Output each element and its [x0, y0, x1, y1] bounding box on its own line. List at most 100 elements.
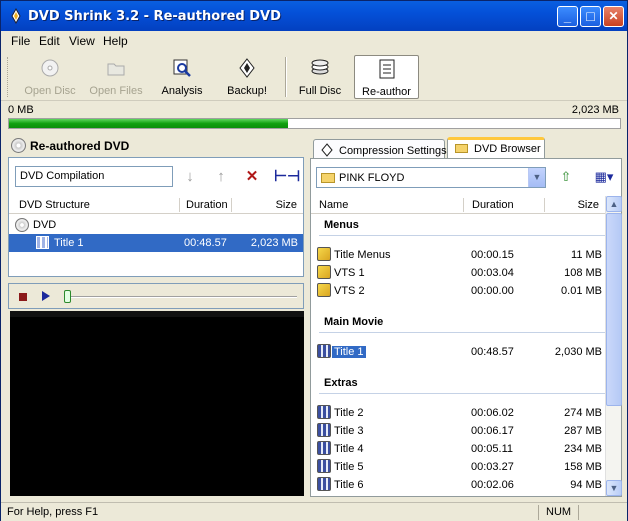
analysis-label: Analysis: [161, 85, 203, 97]
stop-icon[interactable]: [19, 293, 27, 301]
status-help-text: For Help, press F1: [7, 506, 99, 518]
col-size[interactable]: Size: [578, 199, 599, 211]
source-path-value: PINK FLOYD: [339, 172, 405, 184]
browser-grid-header: Name Duration Size: [311, 196, 605, 214]
list-item[interactable]: VTS 1 00:03.04 108 MB: [315, 264, 605, 282]
browser-scrollbar[interactable]: ▲ ▼: [605, 196, 622, 496]
status-num-lock: NUM: [546, 506, 572, 518]
list-item[interactable]: Title 4 00:05.11 234 MB: [315, 440, 605, 458]
menu-view[interactable]: View: [69, 34, 95, 48]
backup-icon: [239, 58, 255, 78]
menu-icon: [317, 265, 331, 279]
backup-button[interactable]: Backup!: [219, 55, 275, 99]
item-size: 2,030 MB: [554, 346, 602, 358]
move-up-icon[interactable]: ↑: [212, 168, 230, 186]
play-icon[interactable]: [42, 291, 50, 301]
scroll-up-icon[interactable]: ▲: [606, 196, 622, 212]
toolbar: Open Disc Open Files Analysis Backup! Fu…: [1, 51, 627, 101]
item-name: Title 6: [334, 479, 364, 491]
item-size: 274 MB: [564, 407, 602, 419]
film-icon: [317, 423, 331, 437]
list-item[interactable]: Title 1 00:48.57 2,030 MB: [315, 343, 605, 361]
wrench-icon: [321, 143, 333, 157]
col-dvd-structure[interactable]: DVD Structure: [19, 199, 90, 211]
remove-icon[interactable]: ✕: [243, 168, 261, 186]
tab-compression-label: Compression Settings: [339, 145, 447, 157]
item-duration: 00:02.06: [471, 479, 514, 491]
edit-title-icon[interactable]: ⊢⊣: [274, 168, 300, 186]
open-disc-button[interactable]: Open Disc: [19, 55, 81, 99]
open-folder-icon: [107, 63, 125, 76]
item-size: 287 MB: [564, 425, 602, 437]
seek-track[interactable]: [69, 296, 297, 298]
list-item[interactable]: VTS 2 00:00.00 0.01 MB: [315, 282, 605, 300]
col-name[interactable]: Name: [319, 199, 348, 211]
menu-file[interactable]: File: [11, 34, 30, 48]
item-size: 234 MB: [564, 443, 602, 455]
film-icon: [317, 441, 331, 455]
list-item[interactable]: Title 6 00:02.06 94 MB: [315, 476, 605, 494]
item-duration: 00:05.11: [471, 443, 514, 455]
scroll-thumb[interactable]: [606, 213, 622, 406]
item-duration: 00:48.57: [471, 346, 514, 358]
close-button[interactable]: ✕: [603, 6, 624, 27]
maximize-button[interactable]: □: [580, 6, 601, 27]
full-disc-label: Full Disc: [298, 85, 342, 97]
re-author-button[interactable]: Re-author: [354, 55, 419, 99]
size-max-label: 2,023 MB: [571, 104, 619, 116]
item-size: 108 MB: [564, 267, 602, 279]
list-item[interactable]: Title 5 00:03.27 158 MB: [315, 458, 605, 476]
col-size[interactable]: Size: [276, 199, 297, 211]
section-main-movie: Main Movie: [324, 316, 384, 328]
title-bar[interactable]: DVD Shrink 3.2 - Re-authored DVD _ □ ✕: [1, 1, 627, 31]
tab-compression-settings[interactable]: Compression Settings: [313, 139, 447, 160]
scroll-down-icon[interactable]: ▼: [606, 480, 622, 496]
list-item[interactable]: Title 2 00:06.02 274 MB: [315, 404, 605, 422]
app-window: DVD Shrink 3.2 - Re-authored DVD _ □ ✕ F…: [0, 0, 628, 521]
view-options-icon[interactable]: ▦▾: [589, 167, 619, 187]
item-name: Title 2: [334, 407, 364, 419]
list-item[interactable]: Title 3 00:06.17 287 MB: [315, 422, 605, 440]
size-min-label: 0 MB: [8, 104, 34, 116]
reauthor-panel: DVD Compilation ↓ ↑ ✕ ⊢⊣ DVD Structure D…: [8, 157, 304, 277]
output-size-fill: [9, 119, 288, 128]
item-size: 158 MB: [564, 461, 602, 473]
move-down-icon[interactable]: ↓: [181, 168, 199, 186]
seek-thumb[interactable]: [64, 290, 71, 303]
col-duration[interactable]: Duration: [186, 199, 228, 211]
item-duration: 00:06.02: [471, 407, 514, 419]
full-disc-button[interactable]: Full Disc: [293, 55, 347, 99]
open-disc-label: Open Disc: [24, 85, 76, 97]
tree-row[interactable]: Title 1 00:48.57 2,023 MB: [9, 234, 303, 252]
film-icon: [36, 236, 49, 249]
tab-dvd-browser[interactable]: DVD Browser: [447, 137, 545, 160]
document-list-icon: [379, 59, 394, 79]
item-duration: 00:03.27: [471, 461, 514, 473]
toolbar-grip[interactable]: [7, 57, 10, 97]
open-files-button[interactable]: Open Files: [85, 55, 147, 99]
left-panel-header: Re-authored DVD: [8, 135, 304, 157]
item-name: Title 3: [334, 425, 364, 437]
menu-help[interactable]: Help: [103, 34, 128, 48]
col-duration[interactable]: Duration: [472, 199, 514, 211]
film-icon: [317, 459, 331, 473]
disc-icon: [41, 59, 59, 77]
dvd-icon: [15, 218, 29, 232]
dvd-browser-panel: PINK FLOYD ▼ ⇧ ▦▾ Name Duration Size Men…: [310, 158, 622, 497]
menu-icon: [317, 247, 331, 261]
film-icon: [317, 477, 331, 491]
window-title: DVD Shrink 3.2 - Re-authored DVD: [28, 9, 281, 24]
source-path-select[interactable]: PINK FLOYD ▼: [316, 167, 546, 188]
item-size: 94 MB: [570, 479, 602, 491]
up-folder-icon[interactable]: ⇧: [555, 167, 577, 187]
menu-edit[interactable]: Edit: [39, 34, 60, 48]
film-icon: [317, 344, 331, 358]
section-extras: Extras: [324, 377, 358, 389]
tree-root-dvd[interactable]: DVD: [9, 216, 303, 234]
analysis-button[interactable]: Analysis: [154, 55, 210, 99]
item-duration: 00:00.15: [471, 249, 514, 261]
chevron-down-icon[interactable]: ▼: [528, 168, 545, 187]
minimize-button[interactable]: _: [557, 6, 578, 27]
compilation-name-input[interactable]: DVD Compilation: [15, 166, 173, 187]
list-item[interactable]: Title Menus 00:00.15 11 MB: [315, 246, 605, 264]
